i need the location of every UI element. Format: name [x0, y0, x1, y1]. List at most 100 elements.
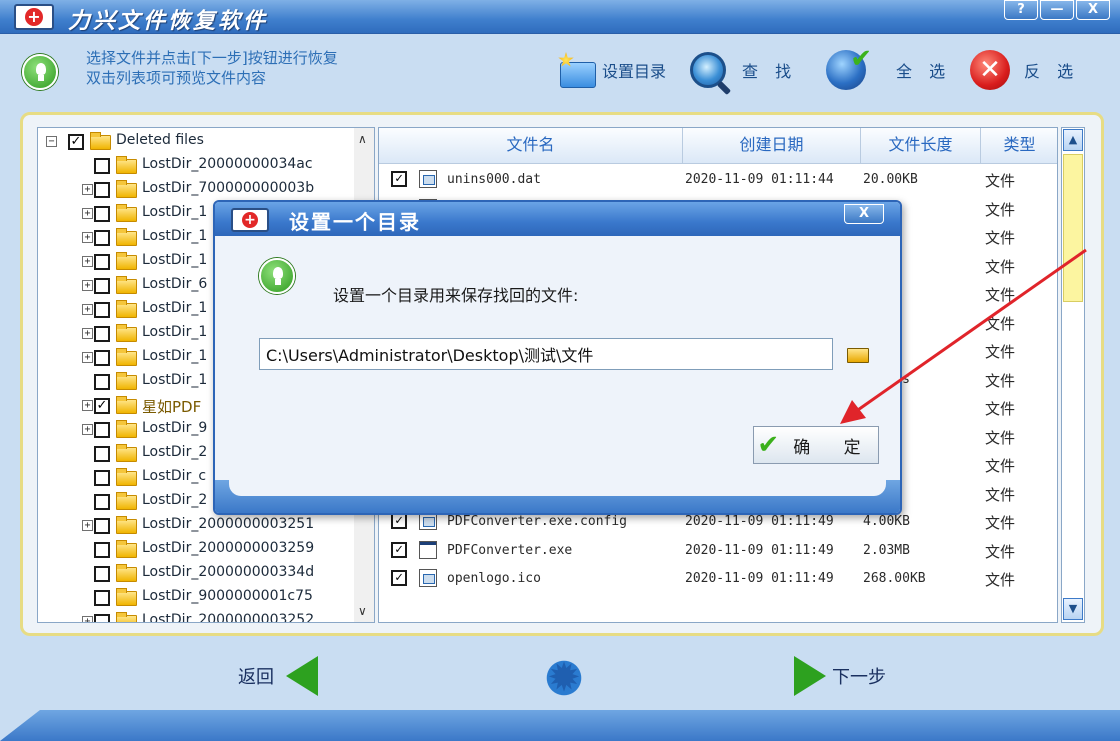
cell-type: 文件 — [985, 485, 1016, 504]
invert-selection-label: 反 选 — [1024, 62, 1080, 81]
row-checkbox[interactable]: ✓ — [391, 541, 407, 558]
table-row[interactable]: ✓ openlogo.ico 2020-11-09 01:11:49 268.00KB… — [379, 565, 1057, 593]
folder-icon — [116, 468, 137, 486]
tree-item[interactable]: + LostDir_700000000003b — [38, 178, 358, 202]
scroll-up-arrow-icon[interactable]: ∧ — [358, 132, 367, 146]
tree-checkbox[interactable] — [94, 542, 110, 558]
file-icon — [419, 170, 437, 188]
folder-icon — [116, 372, 137, 390]
col-header-type[interactable]: 类型 — [981, 128, 1057, 164]
cell-type: 文件 — [985, 343, 1016, 361]
table-row[interactable]: ✓ unins000.dat 2020-11-09 01:11:44 20.00KB 文… — [379, 166, 1057, 194]
tree-checkbox[interactable] — [94, 374, 110, 390]
tree-checkbox[interactable] — [94, 446, 110, 462]
tree-checkbox[interactable] — [94, 302, 110, 318]
tree-expander-icon[interactable]: + — [82, 352, 93, 363]
help-button[interactable]: ? — [1004, 0, 1038, 20]
minimize-button[interactable]: — — [1040, 0, 1074, 20]
globe-check-icon — [826, 44, 872, 90]
tree-checkbox[interactable] — [94, 230, 110, 246]
tree-checkbox[interactable] — [94, 158, 110, 174]
tree-checkbox[interactable] — [94, 278, 110, 294]
tree-checkbox[interactable] — [94, 350, 110, 366]
folder-icon — [116, 564, 137, 582]
scroll-down-icon[interactable]: ▼ — [1063, 598, 1083, 620]
select-all-button[interactable]: 全 选 — [826, 44, 952, 90]
tree-checkbox[interactable] — [94, 206, 110, 222]
tree-item-label: LostDir_9 — [142, 420, 208, 436]
tree-checkbox[interactable] — [94, 614, 110, 622]
browse-folder-icon[interactable] — [841, 342, 875, 368]
folder-icon — [116, 492, 137, 510]
find-label: 查 找 — [742, 62, 798, 81]
dialog-title-bar: + 设置一个目录 X — [215, 202, 900, 236]
select-all-label: 全 选 — [896, 62, 952, 81]
cell-date: 2020-11-09 01:11:49 — [685, 542, 834, 558]
dialog-close-button[interactable]: X — [844, 204, 884, 224]
table-row[interactable]: ✓ PDFConverter.exe 2020-11-09 01:11:49 2.03… — [379, 537, 1057, 565]
set-directory-dialog: + 设置一个目录 X 设置一个目录用来保存找回的文件: ✔ 确 定 — [213, 200, 902, 515]
tree-checkbox[interactable]: ✓ — [68, 134, 84, 150]
invert-selection-button[interactable]: ✕ 反 选 — [970, 50, 1079, 90]
row-checkbox[interactable]: ✓ — [391, 570, 407, 586]
directory-path-input[interactable] — [259, 338, 833, 370]
tree-expander-icon[interactable]: + — [82, 256, 93, 267]
tree-checkbox[interactable]: ✓ — [94, 398, 110, 414]
col-header-filename[interactable]: 文件名 — [379, 128, 683, 164]
tree-checkbox[interactable] — [94, 254, 110, 270]
tree-expander-icon[interactable]: + — [82, 184, 93, 195]
find-button[interactable]: 查 找 — [690, 50, 797, 90]
col-header-size[interactable]: 文件长度 — [861, 128, 981, 164]
tree-item[interactable]: LostDir_9000000001c75 — [38, 586, 358, 610]
tree-item[interactable]: + LostDir_2000000003251 — [38, 514, 358, 538]
tree-expander-icon[interactable]: + — [82, 616, 93, 622]
tree-checkbox[interactable] — [94, 326, 110, 342]
row-checkbox[interactable]: ✓ — [391, 513, 407, 529]
tree-expander-icon[interactable]: + — [82, 400, 93, 411]
gear-icon[interactable]: ✹ — [544, 658, 584, 698]
tree-item-label: LostDir_6 — [142, 276, 208, 292]
lightbulb-icon — [22, 54, 58, 90]
folder-icon — [116, 324, 137, 342]
tree-checkbox[interactable] — [94, 518, 110, 534]
scroll-thumb[interactable] — [1063, 154, 1083, 302]
tree-item[interactable]: + LostDir_2000000003252 — [38, 610, 358, 622]
tree-checkbox[interactable] — [94, 422, 110, 438]
scroll-up-icon[interactable]: ▲ — [1063, 129, 1083, 151]
tree-item-label: LostDir_20000000034ac — [142, 156, 313, 172]
tree-checkbox[interactable] — [94, 494, 110, 510]
tree-expander-icon[interactable]: − — [46, 136, 57, 147]
tree-item[interactable]: LostDir_20000000034ac — [38, 154, 358, 178]
tree-expander-icon[interactable]: + — [82, 304, 93, 315]
set-directory-button[interactable]: 设置目录 — [556, 50, 666, 90]
ok-button[interactable]: ✔ 确 定 — [753, 426, 879, 464]
close-button[interactable]: X — [1076, 0, 1110, 20]
file-list-scrollbar[interactable]: ▲ ▼ — [1061, 127, 1085, 623]
cell-type: 文件 — [985, 229, 1016, 247]
folder-icon — [116, 612, 137, 622]
col-header-date[interactable]: 创建日期 — [683, 128, 861, 164]
tree-checkbox[interactable] — [94, 470, 110, 486]
tree-checkbox[interactable] — [94, 566, 110, 582]
back-button[interactable]: 返回 — [238, 656, 318, 696]
tree-item-label: LostDir_700000000003b — [142, 180, 315, 196]
tree-expander-icon[interactable]: + — [82, 520, 93, 531]
app-logo-icon: + — [14, 4, 54, 30]
file-icon — [419, 569, 437, 587]
tree-checkbox[interactable] — [94, 182, 110, 198]
next-button[interactable]: 下一步 — [794, 656, 886, 696]
tree-expander-icon[interactable]: + — [82, 232, 93, 243]
tree-item[interactable]: LostDir_200000000334d — [38, 562, 358, 586]
tree-expander-icon[interactable]: + — [82, 280, 93, 291]
tree-root-deleted-files[interactable]: − ✓ Deleted files — [38, 130, 358, 154]
tree-item-label: LostDir_1 — [142, 324, 208, 340]
tree-item[interactable]: LostDir_2000000003259 — [38, 538, 358, 562]
ok-label: 确 定 — [793, 437, 875, 458]
tree-checkbox[interactable] — [94, 590, 110, 606]
scroll-down-arrow-icon[interactable]: ∨ — [358, 604, 367, 618]
open-folder-icon — [90, 132, 111, 150]
row-checkbox[interactable]: ✓ — [391, 171, 407, 187]
tree-expander-icon[interactable]: + — [82, 208, 93, 219]
tree-expander-icon[interactable]: + — [82, 424, 93, 435]
tree-expander-icon[interactable]: + — [82, 328, 93, 339]
